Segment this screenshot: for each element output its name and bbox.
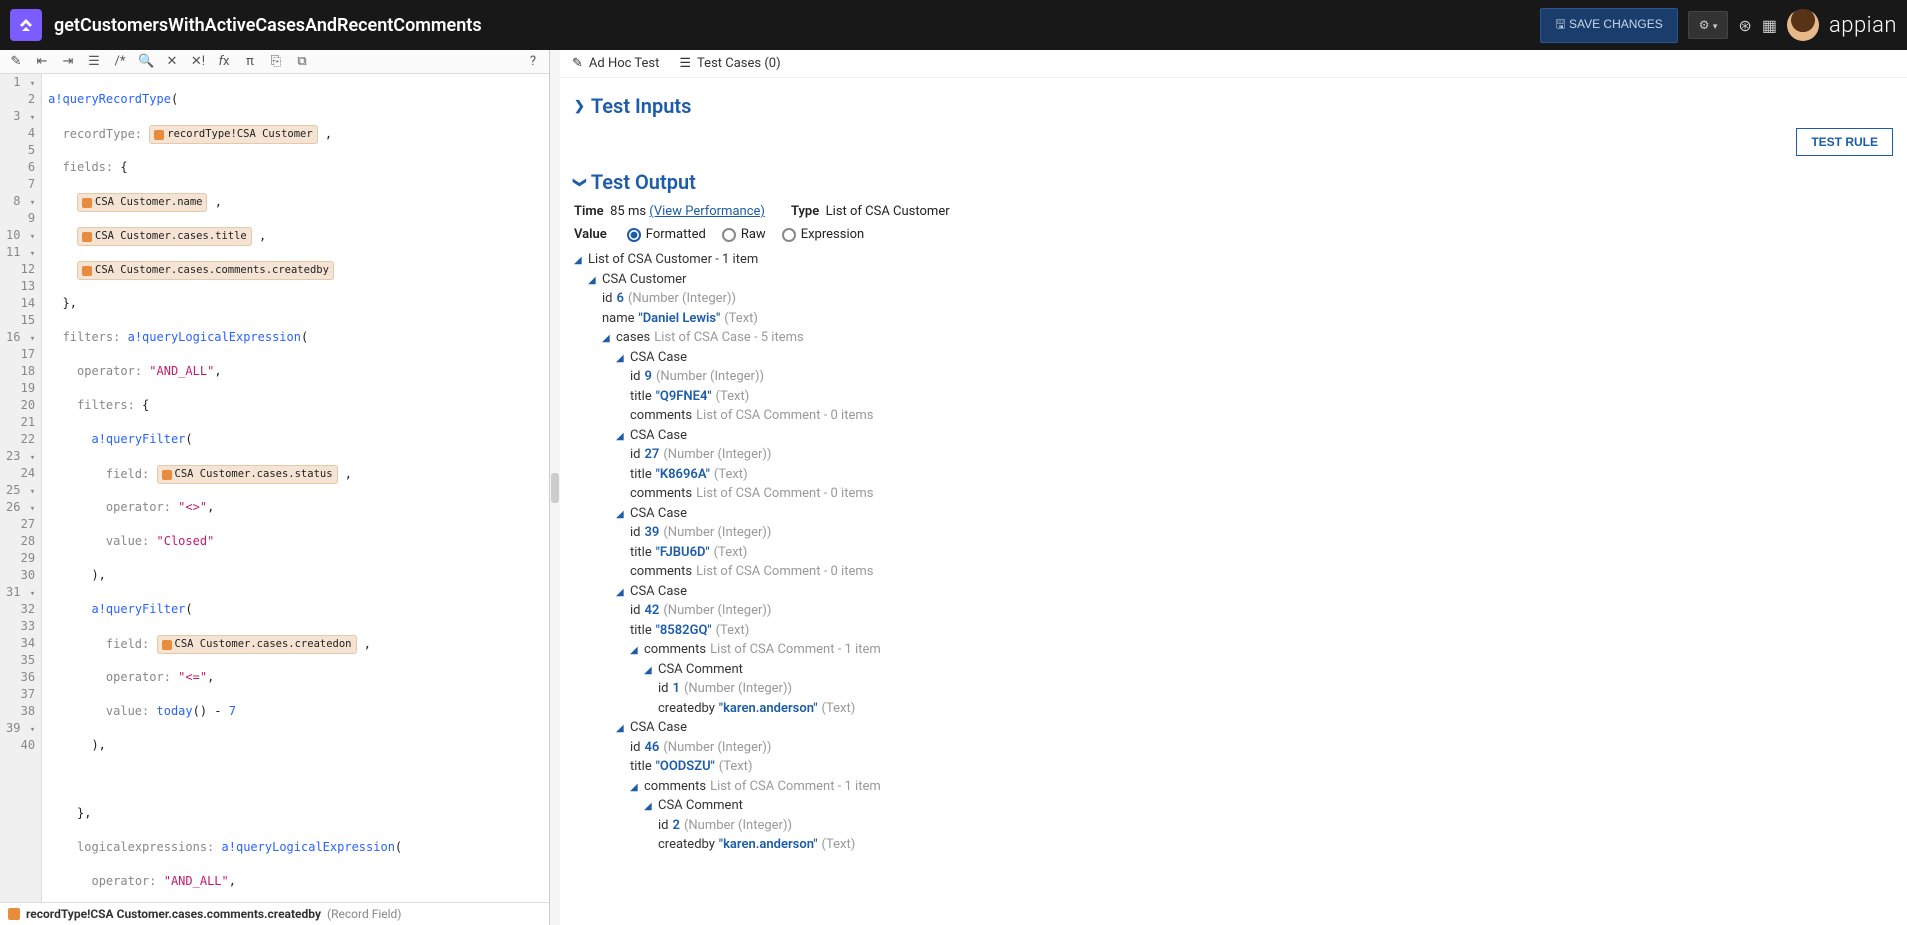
line-gutter: 1 ▾23 ▾45678 ▾910 ▾11 ▾1213141516 ▾17181… <box>0 74 42 902</box>
chevron-down-icon: ▾ <box>1713 21 1718 31</box>
output-meta-row: Time 85 ms (View Performance) Type List … <box>574 204 1893 219</box>
query-icon[interactable]: ⧉ <box>294 54 310 69</box>
footer-label: recordType!CSA Customer.cases.comments.c… <box>26 907 321 921</box>
settings-menu-button[interactable]: ⚙ ▾ <box>1688 11 1729 39</box>
code-content[interactable]: a!queryRecordType( recordType: recordTyp… <box>42 74 466 902</box>
comment-icon[interactable]: /* <box>112 54 128 69</box>
footer-meta: (Record Field) <box>327 907 401 921</box>
gear-icon: ⚙ <box>1699 18 1710 32</box>
record-icon <box>8 908 20 920</box>
radio-expression[interactable]: Expression <box>782 227 865 242</box>
app-header: getCustomersWithActiveCasesAndRecentComm… <box>0 0 1907 50</box>
view-performance-link[interactable]: (View Performance) <box>649 204 765 219</box>
tab-test-cases[interactable]: ☰ Test Cases (0) <box>679 56 780 71</box>
pi-icon[interactable]: π <box>242 54 258 69</box>
shuffle-icon[interactable]: ✕ <box>164 54 180 69</box>
export-icon[interactable]: ⎘ <box>268 54 284 69</box>
apps-grid-icon[interactable]: ▦ <box>1762 16 1777 35</box>
test-output-header[interactable]: ❯ Test Output <box>574 170 1893 194</box>
list-icon[interactable]: ☰ <box>86 54 102 69</box>
page-title: getCustomersWithActiveCasesAndRecentComm… <box>54 15 1540 36</box>
test-rule-button[interactable]: TEST RULE <box>1796 128 1893 156</box>
shuffle2-icon[interactable]: ✕! <box>190 54 206 69</box>
editor-panel: ✎ ⇤ ⇥ ☰ /* 🔍 ✕ ✕! fx π ⎘ ⧉ ? 1 ▾23 ▾4567… <box>0 50 550 925</box>
brand-logo: appian <box>1829 13 1897 38</box>
indent-icon[interactable]: ⇥ <box>60 54 76 69</box>
fx-icon[interactable]: fx <box>216 54 232 69</box>
editor-toolbar: ✎ ⇤ ⇥ ☰ /* 🔍 ✕ ✕! fx π ⎘ ⧉ ? <box>0 50 549 74</box>
test-panel: ✎ Ad Hoc Test ☰ Test Cases (0) ❯ Test In… <box>560 50 1907 925</box>
output-tree: ◢List of CSA Customer - 1 item ◢CSA Cust… <box>574 250 1893 855</box>
tab-adhoc-test[interactable]: ✎ Ad Hoc Test <box>572 56 659 71</box>
value-format-row: Value Formatted Raw Expression <box>574 227 1893 242</box>
help-icon[interactable]: ? <box>525 54 541 69</box>
radio-formatted[interactable]: Formatted <box>627 227 706 242</box>
pencil-icon[interactable]: ✎ <box>8 54 24 69</box>
test-inputs-header[interactable]: ❯ Test Inputs <box>574 94 1893 118</box>
outdent-icon[interactable]: ⇤ <box>34 54 50 69</box>
main-layout: ✎ ⇤ ⇥ ☰ /* 🔍 ✕ ✕! fx π ⎘ ⧉ ? 1 ▾23 ▾4567… <box>0 50 1907 925</box>
save-icon: 🖫 <box>1555 17 1565 31</box>
chevron-right-icon: ❯ <box>574 99 585 114</box>
save-changes-button[interactable]: 🖫 SAVE CHANGES <box>1540 8 1677 43</box>
splitter-handle[interactable] <box>550 50 560 925</box>
edit-icon: ✎ <box>572 56 583 71</box>
list-icon: ☰ <box>679 56 691 71</box>
chevron-down-icon: ❯ <box>572 177 587 188</box>
search-icon[interactable]: 🔍 <box>138 54 154 69</box>
app-logo-icon[interactable] <box>10 9 42 41</box>
test-tabs: ✎ Ad Hoc Test ☰ Test Cases (0) <box>560 50 1907 78</box>
globe-icon[interactable]: ⊛ <box>1738 16 1751 35</box>
header-actions: 🖫 SAVE CHANGES ⚙ ▾ ⊛ ▦ appian <box>1540 8 1897 43</box>
code-editor[interactable]: 1 ▾23 ▾45678 ▾910 ▾11 ▾1213141516 ▾17181… <box>0 74 549 902</box>
editor-footer: recordType!CSA Customer.cases.comments.c… <box>0 902 549 925</box>
radio-raw[interactable]: Raw <box>722 227 766 242</box>
user-avatar[interactable] <box>1787 9 1819 41</box>
